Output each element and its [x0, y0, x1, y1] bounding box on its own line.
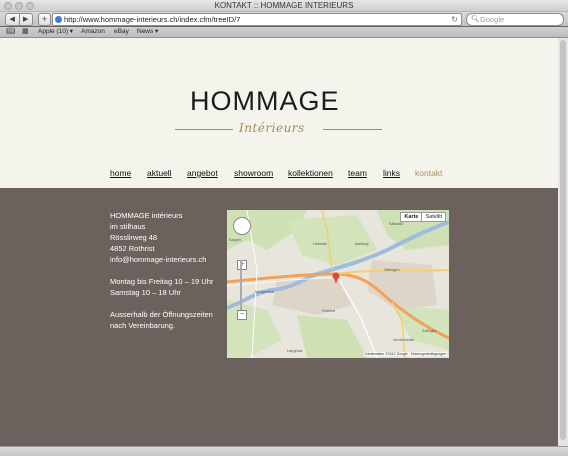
map-label: Vordemwald: [393, 338, 414, 342]
map-label: Zofingen: [422, 329, 437, 333]
nav-kontakt[interactable]: kontakt: [415, 168, 442, 178]
contact-info: HOMMAGE intérieurs im stilhaus Rösslirwe…: [110, 210, 213, 342]
hours-weekdays: Montag bis Freitag 10 – 19 Uhr: [110, 277, 214, 286]
google-map[interactable]: Karte Satellit + − Kappel Hofwald Aarbur…: [227, 210, 449, 358]
nav-home[interactable]: home: [110, 168, 131, 178]
map-canvas[interactable]: [227, 210, 449, 358]
map-label: Rothrist: [322, 309, 336, 313]
bookmark-apple[interactable]: Apple (10) ▾: [38, 27, 73, 37]
zoom-in-button[interactable]: +: [237, 260, 247, 270]
nav-team[interactable]: team: [348, 168, 367, 178]
bookmarks-bar: 📖︎ ▦ Apple (10) ▾ Amazon eBay News ▾: [0, 27, 568, 38]
reading-list-icon[interactable]: 📖︎: [6, 28, 15, 36]
hours-saturday: Samstag 10 – 18 Uhr: [110, 288, 181, 297]
site-header: HOMMAGE Intérieurs home aktuell angebot …: [0, 38, 568, 188]
site-logo[interactable]: HOMMAGE: [190, 86, 340, 117]
nav-kollektionen[interactable]: kollektionen: [288, 168, 333, 178]
address-line: HOMMAGE intérieurs: [110, 211, 183, 220]
zoom-slider[interactable]: [240, 260, 242, 315]
nav-angebot[interactable]: angebot: [187, 168, 218, 178]
tagline-text: Intérieurs: [239, 121, 305, 135]
map-label: Kappel: [229, 238, 241, 242]
scrollbar-thumb[interactable]: [560, 40, 566, 440]
bookmark-ebay[interactable]: eBay: [114, 27, 129, 37]
map-label: Säliwald: [389, 222, 404, 226]
tagline-divider-left: [175, 129, 233, 130]
top-sites-icon[interactable]: ▦: [22, 28, 29, 36]
bookmark-amazon[interactable]: Amazon: [81, 27, 105, 37]
appointment-note: Ausserhalb der Öffnungszeiten nach Verei…: [110, 309, 213, 331]
zoom-out-button[interactable]: −: [237, 310, 247, 320]
opening-hours: Montag bis Freitag 10 – 19 Uhr Samstag 1…: [110, 276, 213, 298]
address-line: im stilhaus: [110, 222, 146, 231]
map-type-karte-button[interactable]: Karte: [401, 213, 423, 221]
search-icon: 🔍︎: [471, 16, 480, 23]
note-line: Ausserhalb der Öffnungszeiten: [110, 310, 213, 319]
forward-icon[interactable]: ▶: [20, 14, 33, 25]
email-link[interactable]: info@hommage-interieurs.ch: [110, 255, 206, 264]
reload-icon[interactable]: ↻: [451, 14, 458, 25]
address-bar[interactable]: http://www.hommage-interieurs.ch/index.c…: [52, 13, 462, 26]
nav-showroom[interactable]: showroom: [234, 168, 273, 178]
back-icon[interactable]: ◀: [6, 14, 20, 25]
map-label: Langholz: [287, 349, 303, 353]
site-tagline: Intérieurs: [175, 121, 382, 137]
address-block: HOMMAGE intérieurs im stilhaus Rösslirwe…: [110, 210, 213, 265]
pan-control-icon[interactable]: [233, 217, 251, 235]
map-type-control[interactable]: Karte Satellit: [400, 212, 446, 222]
window-title: KONTAKT :: HOMMAGE INTERIEURS: [214, 1, 354, 10]
address-line: Rösslirweg 48: [110, 233, 158, 242]
nav-aktuell[interactable]: aktuell: [147, 168, 172, 178]
nav-links[interactable]: links: [383, 168, 400, 178]
browser-toolbar: ◀ ▶ + http://www.hommage-interieurs.ch/i…: [0, 12, 568, 26]
map-label: Hofwald: [313, 242, 327, 246]
window-title-bar: KONTAKT :: HOMMAGE INTERIEURS: [0, 0, 568, 12]
map-label: Murgenthal: [255, 290, 274, 294]
bookmark-news[interactable]: News ▾: [137, 27, 158, 37]
tagline-divider-right: [323, 129, 382, 130]
map-attribution[interactable]: Kartendaten ©2012 Google · Nutzungsbedin…: [364, 352, 447, 356]
back-forward-buttons[interactable]: ◀ ▶: [5, 13, 33, 26]
page-scrollbar[interactable]: [558, 38, 568, 446]
url-text[interactable]: http://www.hommage-interieurs.ch/index.c…: [64, 14, 240, 25]
note-line: nach Vereinbarung.: [110, 321, 176, 330]
map-label: Oftringen: [384, 268, 400, 272]
favicon-icon: [55, 16, 62, 23]
add-bookmark-button[interactable]: +: [38, 13, 51, 26]
map-type-satellit-button[interactable]: Satellit: [422, 213, 445, 221]
address-line: 4852 Rothrist: [110, 244, 155, 253]
search-field[interactable]: 🔍︎ Google: [466, 13, 564, 26]
search-placeholder[interactable]: Google: [480, 14, 504, 25]
map-label: Aarburg: [355, 242, 369, 246]
